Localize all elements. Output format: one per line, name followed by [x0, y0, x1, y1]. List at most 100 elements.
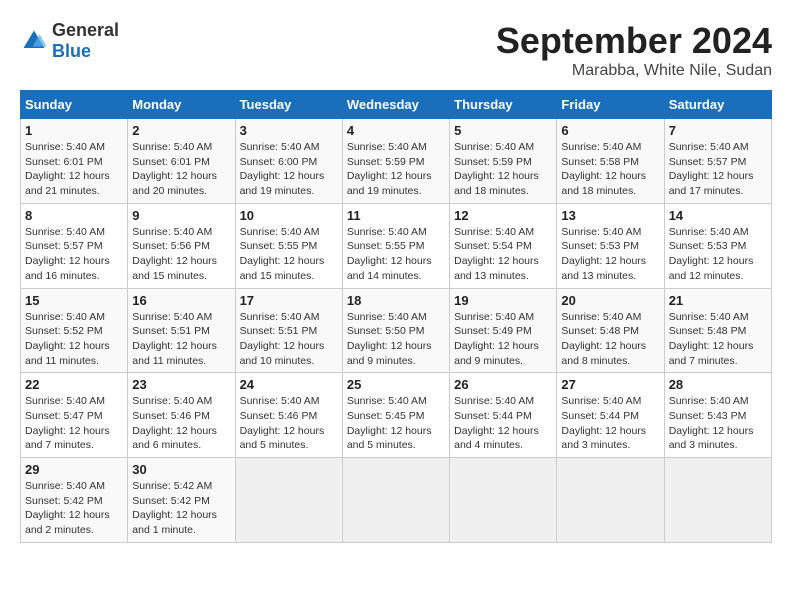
day-info: Sunrise: 5:40 AMSunset: 5:54 PMDaylight:…	[454, 225, 552, 284]
weekday-header-row: Sunday Monday Tuesday Wednesday Thursday…	[21, 91, 772, 119]
calendar-cell: 6 Sunrise: 5:40 AMSunset: 5:58 PMDaylight…	[557, 119, 664, 204]
day-number: 18	[347, 293, 445, 308]
day-info: Sunrise: 5:40 AMSunset: 5:45 PMDaylight:…	[347, 394, 445, 453]
calendar-cell: 11 Sunrise: 5:40 AMSunset: 5:55 PMDayligh…	[342, 203, 449, 288]
day-info: Sunrise: 5:40 AMSunset: 5:43 PMDaylight:…	[669, 394, 767, 453]
day-number: 2	[132, 123, 230, 138]
calendar-cell: 8 Sunrise: 5:40 AMSunset: 5:57 PMDaylight…	[21, 203, 128, 288]
day-info: Sunrise: 5:40 AMSunset: 5:48 PMDaylight:…	[669, 310, 767, 369]
calendar-cell: 14Sunrise: 5:40 AMSunset: 5:53 PMDayligh…	[664, 203, 771, 288]
day-info: Sunrise: 5:40 AMSunset: 5:49 PMDaylight:…	[454, 310, 552, 369]
calendar-cell: 15 Sunrise: 5:40 AMSunset: 5:52 PMDayligh…	[21, 288, 128, 373]
day-info: Sunrise: 5:40 AMSunset: 5:53 PMDaylight:…	[561, 225, 659, 284]
title-section: September 2024 Marabba, White Nile, Suda…	[496, 20, 772, 80]
day-info: Sunrise: 5:40 AMSunset: 5:44 PMDaylight:…	[454, 394, 552, 453]
day-number: 5	[454, 123, 552, 138]
day-info: Sunrise: 5:40 AMSunset: 5:42 PMDaylight:…	[25, 479, 123, 538]
day-info: Sunrise: 5:40 AMSunset: 5:46 PMDaylight:…	[240, 394, 338, 453]
day-info: Sunrise: 5:40 AMSunset: 6:01 PMDaylight:…	[25, 140, 123, 199]
calendar-cell: 12 Sunrise: 5:40 AMSunset: 5:54 PMDayligh…	[450, 203, 557, 288]
calendar-cell: 23 Sunrise: 5:40 AMSunset: 5:46 PMDayligh…	[128, 373, 235, 458]
calendar-cell: 7 Sunrise: 5:40 AMSunset: 5:57 PMDaylight…	[664, 119, 771, 204]
day-info: Sunrise: 5:40 AMSunset: 5:55 PMDaylight:…	[240, 225, 338, 284]
calendar-cell: 22 Sunrise: 5:40 AMSunset: 5:47 PMDayligh…	[21, 373, 128, 458]
day-info: Sunrise: 5:40 AMSunset: 5:47 PMDaylight:…	[25, 394, 123, 453]
day-number: 10	[240, 208, 338, 223]
calendar-cell: 5 Sunrise: 5:40 AMSunset: 5:59 PMDaylight…	[450, 119, 557, 204]
header-saturday: Saturday	[664, 91, 771, 119]
day-number: 30	[132, 462, 230, 477]
day-number: 17	[240, 293, 338, 308]
calendar-cell: 18 Sunrise: 5:40 AMSunset: 5:50 PMDayligh…	[342, 288, 449, 373]
day-info: Sunrise: 5:40 AMSunset: 6:00 PMDaylight:…	[240, 140, 338, 199]
day-number: 6	[561, 123, 659, 138]
day-number: 1	[25, 123, 123, 138]
logo: General Blue	[20, 20, 119, 62]
day-info: Sunrise: 5:40 AMSunset: 5:48 PMDaylight:…	[561, 310, 659, 369]
day-info: Sunrise: 5:40 AMSunset: 6:01 PMDaylight:…	[132, 140, 230, 199]
day-info: Sunrise: 5:40 AMSunset: 5:44 PMDaylight:…	[561, 394, 659, 453]
day-info: Sunrise: 5:40 AMSunset: 5:59 PMDaylight:…	[454, 140, 552, 199]
calendar-week-row: 22 Sunrise: 5:40 AMSunset: 5:47 PMDayligh…	[21, 373, 772, 458]
day-number: 14	[669, 208, 767, 223]
day-info: Sunrise: 5:40 AMSunset: 5:55 PMDaylight:…	[347, 225, 445, 284]
day-number: 11	[347, 208, 445, 223]
day-info: Sunrise: 5:40 AMSunset: 5:56 PMDaylight:…	[132, 225, 230, 284]
day-number: 29	[25, 462, 123, 477]
day-number: 12	[454, 208, 552, 223]
header-friday: Friday	[557, 91, 664, 119]
calendar-cell	[450, 458, 557, 543]
day-number: 26	[454, 377, 552, 392]
header: General Blue September 2024 Marabba, Whi…	[20, 20, 772, 80]
calendar-cell: 1 Sunrise: 5:40 AMSunset: 6:01 PMDaylight…	[21, 119, 128, 204]
calendar-cell: 10 Sunrise: 5:40 AMSunset: 5:55 PMDayligh…	[235, 203, 342, 288]
day-info: Sunrise: 5:40 AMSunset: 5:57 PMDaylight:…	[669, 140, 767, 199]
day-info: Sunrise: 5:40 AMSunset: 5:58 PMDaylight:…	[561, 140, 659, 199]
day-number: 15	[25, 293, 123, 308]
header-wednesday: Wednesday	[342, 91, 449, 119]
calendar-table: Sunday Monday Tuesday Wednesday Thursday…	[20, 90, 772, 543]
calendar-week-row: 1 Sunrise: 5:40 AMSunset: 6:01 PMDaylight…	[21, 119, 772, 204]
calendar-cell: 9Sunrise: 5:40 AMSunset: 5:56 PMDaylight…	[128, 203, 235, 288]
day-number: 23	[132, 377, 230, 392]
calendar-cell: 26 Sunrise: 5:40 AMSunset: 5:44 PMDayligh…	[450, 373, 557, 458]
day-info: Sunrise: 5:40 AMSunset: 5:51 PMDaylight:…	[132, 310, 230, 369]
day-number: 27	[561, 377, 659, 392]
calendar-cell: 17 Sunrise: 5:40 AMSunset: 5:51 PMDayligh…	[235, 288, 342, 373]
calendar-cell	[557, 458, 664, 543]
day-number: 25	[347, 377, 445, 392]
page-subtitle: Marabba, White Nile, Sudan	[496, 62, 772, 80]
header-tuesday: Tuesday	[235, 91, 342, 119]
day-number: 3	[240, 123, 338, 138]
day-info: Sunrise: 5:40 AMSunset: 5:57 PMDaylight:…	[25, 225, 123, 284]
day-number: 28	[669, 377, 767, 392]
day-number: 22	[25, 377, 123, 392]
day-info: Sunrise: 5:40 AMSunset: 5:51 PMDaylight:…	[240, 310, 338, 369]
day-info: Sunrise: 5:40 AMSunset: 5:52 PMDaylight:…	[25, 310, 123, 369]
day-info: Sunrise: 5:42 AMSunset: 5:42 PMDaylight:…	[132, 479, 230, 538]
calendar-week-row: 8 Sunrise: 5:40 AMSunset: 5:57 PMDaylight…	[21, 203, 772, 288]
calendar-cell: 27 Sunrise: 5:40 AMSunset: 5:44 PMDayligh…	[557, 373, 664, 458]
calendar-cell: 4Sunrise: 5:40 AMSunset: 5:59 PMDaylight…	[342, 119, 449, 204]
day-number: 16	[132, 293, 230, 308]
logo-blue-text: Blue	[52, 41, 91, 61]
calendar-cell: 30 Sunrise: 5:42 AMSunset: 5:42 PMDayligh…	[128, 458, 235, 543]
day-number: 7	[669, 123, 767, 138]
day-number: 13	[561, 208, 659, 223]
calendar-cell: 28 Sunrise: 5:40 AMSunset: 5:43 PMDayligh…	[664, 373, 771, 458]
calendar-cell	[664, 458, 771, 543]
day-info: Sunrise: 5:40 AMSunset: 5:50 PMDaylight:…	[347, 310, 445, 369]
header-thursday: Thursday	[450, 91, 557, 119]
logo-general-text: General	[52, 20, 119, 40]
calendar-cell	[235, 458, 342, 543]
calendar-cell: 19Sunrise: 5:40 AMSunset: 5:49 PMDayligh…	[450, 288, 557, 373]
calendar-cell: 2 Sunrise: 5:40 AMSunset: 6:01 PMDaylight…	[128, 119, 235, 204]
day-info: Sunrise: 5:40 AMSunset: 5:46 PMDaylight:…	[132, 394, 230, 453]
day-number: 8	[25, 208, 123, 223]
calendar-cell: 29 Sunrise: 5:40 AMSunset: 5:42 PMDayligh…	[21, 458, 128, 543]
calendar-cell: 3 Sunrise: 5:40 AMSunset: 6:00 PMDaylight…	[235, 119, 342, 204]
calendar-week-row: 15 Sunrise: 5:40 AMSunset: 5:52 PMDayligh…	[21, 288, 772, 373]
calendar-cell: 13 Sunrise: 5:40 AMSunset: 5:53 PMDayligh…	[557, 203, 664, 288]
calendar-cell: 16 Sunrise: 5:40 AMSunset: 5:51 PMDayligh…	[128, 288, 235, 373]
logo-icon	[20, 27, 48, 55]
